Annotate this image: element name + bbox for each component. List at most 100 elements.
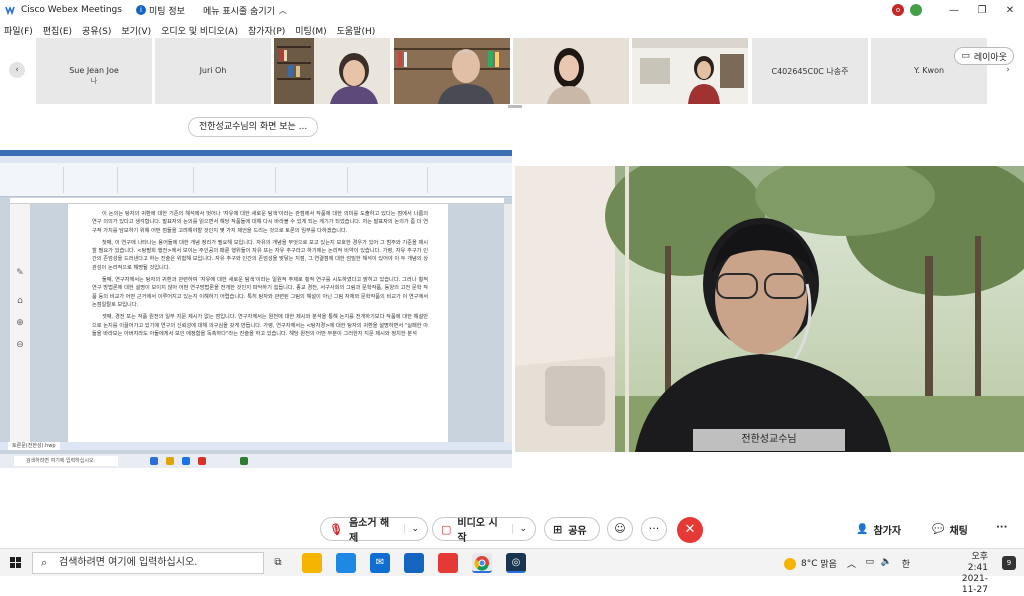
panel-more-button[interactable]: ···: [996, 522, 1007, 533]
layout-icon: ▭: [961, 51, 970, 61]
shared-window-ribbon: [0, 163, 512, 197]
strip-resize-handle[interactable]: [508, 105, 522, 108]
zoom-in-icon[interactable]: ⊕: [14, 318, 26, 330]
shared-app-icon: [166, 457, 174, 465]
chat-button[interactable]: 💬 채팅: [932, 522, 968, 537]
chrome-icon[interactable]: [472, 553, 492, 573]
clock-time: 오후 2:41: [967, 552, 988, 573]
participant-name: Y. Kwon: [913, 66, 945, 75]
office-icon[interactable]: [438, 553, 458, 573]
participant-tile[interactable]: Sue Jean Joe 나: [36, 38, 152, 104]
strip-next-button[interactable]: ›: [1000, 62, 1016, 78]
doc-paragraph: 이 논의는 탕자의 귀환에 대한 기존의 해석에서 벗어나 '자유에 대한 새로…: [92, 211, 428, 234]
ribbon-group: [4, 167, 64, 193]
share-label: 공유: [568, 525, 587, 537]
menu-audio-video[interactable]: 오디오 및 비디오(A): [161, 24, 238, 37]
reactions-button[interactable]: ☺: [607, 517, 633, 541]
active-speaker-video: 전한성교수님: [515, 166, 1024, 452]
participant-video-tile[interactable]: [513, 38, 629, 104]
weather-widget[interactable]: 8°C 맑음: [784, 557, 837, 570]
participant-video-tile[interactable]: [274, 38, 390, 104]
document-page: 이 논의는 탕자의 귀환에 대한 기존의 해석에서 벗어나 '자유에 대한 새로…: [68, 204, 448, 442]
participant-video-tile[interactable]: [632, 38, 748, 104]
chevron-down-icon[interactable]: ⌄: [404, 524, 419, 534]
participant-tile[interactable]: Juri Oh: [155, 38, 271, 104]
webex-logo-icon: [5, 5, 15, 15]
emoji-icon: ☺: [614, 522, 626, 535]
doc-scrollbar: [504, 204, 512, 442]
speaker-name-label: 전한성교수님: [693, 429, 845, 451]
info-icon: i: [135, 5, 146, 15]
ribbon-group: [120, 167, 194, 193]
hide-menu-label: 메뉴 표시줄 숨기기: [202, 6, 275, 17]
stamp-icon[interactable]: ⌂: [14, 296, 26, 308]
edge-icon[interactable]: [336, 553, 356, 573]
chat-label: 채팅: [949, 526, 968, 537]
more-options-button[interactable]: ···: [641, 517, 667, 541]
windows-start-button[interactable]: [10, 557, 22, 569]
mail-icon[interactable]: ✉: [370, 553, 390, 573]
menu-help[interactable]: 도움말(H): [337, 24, 376, 37]
taskbar-search-placeholder: 검색하려면 여기에 입력하십시오.: [59, 557, 198, 568]
task-view-icon[interactable]: ⧉: [268, 553, 288, 573]
menu-participant[interactable]: 참가자(P): [248, 24, 285, 37]
chrome-logo-icon: [474, 556, 489, 571]
mic-muted-icon: 🎙: [329, 522, 343, 536]
taskbar-search-box[interactable]: ⌕ 검색하려면 여기에 입력하십시오.: [32, 552, 264, 574]
meeting-info-label: 미팅 정보: [148, 6, 185, 17]
minimize-button[interactable]: —: [940, 5, 968, 16]
ribbon-group: [66, 167, 118, 193]
sharing-indicator[interactable]: 전한성교수님의 화면 보는 ...: [188, 117, 319, 137]
ime-indicator[interactable]: 한: [902, 557, 910, 570]
network-stats-icon[interactable]: [910, 4, 922, 16]
title-bar: Cisco Webex Meetings i 미팅 정보 메뉴 표시줄 숨기기 …: [0, 0, 1024, 20]
chevron-down-icon[interactable]: ⌄: [512, 524, 527, 534]
leave-meeting-button[interactable]: ✕: [677, 517, 703, 543]
zoom-out-icon[interactable]: ⊖: [14, 340, 26, 352]
doc-paragraph: 첫째, 이 연구에 나타나는 용어들에 대한 개념 정리가 필요해 보입니다. …: [92, 239, 428, 271]
annotate-icon[interactable]: ✎: [14, 268, 26, 280]
shared-search-box: 검색하려면 여기에 입력하십시오.: [14, 456, 118, 466]
start-video-label: 비디오 시작: [457, 518, 498, 544]
file-explorer-icon[interactable]: [302, 553, 322, 573]
participant-self-tag: 나: [90, 77, 98, 85]
participant-tile[interactable]: C402645C0C 나송주: [752, 38, 868, 104]
participants-button[interactable]: 👤 참가자: [856, 522, 901, 537]
webex-icon[interactable]: ◎: [506, 553, 526, 573]
network-icon[interactable]: ▭: [865, 557, 874, 567]
participants-icon: 👤: [856, 524, 869, 535]
notification-center-button[interactable]: 9: [1002, 556, 1016, 570]
menu-view[interactable]: 보기(V): [121, 24, 151, 37]
participant-video: [632, 38, 748, 104]
user-avatar[interactable]: o: [892, 4, 904, 16]
more-icon: ···: [648, 522, 660, 535]
participant-video-tile[interactable]: [394, 38, 510, 104]
unmute-button[interactable]: 🎙 음소거 해제 ⌄: [320, 517, 428, 544]
menu-edit[interactable]: 편집(E): [43, 24, 72, 37]
shared-window-menu: [0, 156, 512, 163]
taskbar-clock[interactable]: 오후 2:41 2021-11-27: [962, 552, 988, 596]
menu-share[interactable]: 공유(S): [82, 24, 111, 37]
start-video-button[interactable]: ▢ 비디오 시작 ⌄: [432, 517, 536, 544]
menu-meeting[interactable]: 미팅(M): [295, 24, 326, 37]
strip-prev-button[interactable]: ‹: [9, 62, 25, 78]
menu-bar: 파일(F) 편집(E) 공유(S) 보기(V) 오디오 및 비디오(A) 참가자…: [0, 20, 1024, 40]
shared-app-icon: [150, 457, 158, 465]
close-icon: ✕: [684, 522, 696, 537]
shared-screen: ✎ ⌂ ⊕ ⊖ 이 논의는 탕자의 귀환에 대한 기존의 해석에서 벗어나 '자…: [0, 150, 512, 468]
share-button[interactable]: ⊞ 공유: [544, 517, 600, 541]
restore-button[interactable]: ❐: [968, 5, 996, 16]
chevron-up-icon[interactable]: ︿: [847, 557, 856, 570]
doc-paragraph: 셋째, 경전 또는 작품 원전의 일부 지문 제시가 없는 점입니다. 연구자께…: [92, 314, 428, 337]
layout-label: 레이아웃: [973, 52, 1007, 63]
doc-side-toolbar: ✎ ⌂ ⊕ ⊖: [10, 204, 30, 442]
hide-menu-button[interactable]: 메뉴 표시줄 숨기기 ︿: [203, 4, 287, 17]
menu-file[interactable]: 파일(F): [4, 24, 33, 37]
store-icon[interactable]: [404, 553, 424, 573]
close-button[interactable]: ✕: [996, 5, 1024, 16]
meeting-info-button[interactable]: i 미팅 정보: [135, 4, 185, 17]
ribbon-group: [278, 167, 348, 193]
participant-strip: ‹ Sue Jean Joe 나 Juri Oh C402645C0C 나송주 …: [0, 38, 1024, 108]
doc-status-bar: [0, 442, 512, 450]
volume-icon[interactable]: 🔈: [881, 557, 892, 567]
